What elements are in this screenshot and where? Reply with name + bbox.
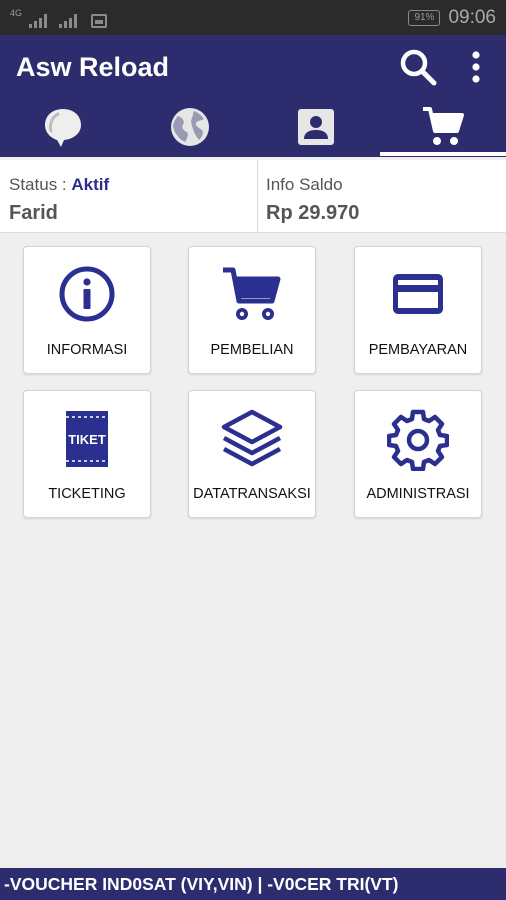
info-icon	[59, 266, 115, 322]
info-divider	[257, 160, 258, 232]
menu-card-pembelian[interactable]: PEMBELIAN	[188, 246, 316, 374]
network-type-label: 4G	[10, 8, 23, 18]
search-button[interactable]	[398, 47, 438, 87]
tab-contacts[interactable]	[253, 97, 380, 157]
menu-label: PEMBELIAN	[210, 342, 294, 358]
ticket-icon-text: TIKET	[68, 432, 106, 447]
balance-value: Rp 29.970	[266, 202, 360, 224]
account-info-panel: Status : Aktif Farid Info Saldo Rp 29.97…	[0, 160, 506, 233]
tab-cart[interactable]	[380, 97, 506, 157]
gear-icon	[387, 409, 449, 471]
gallery-notification-icon	[91, 14, 108, 28]
menu-card-administrasi[interactable]: ADMINISTRASI	[354, 390, 482, 518]
status-left-icons: 4G	[10, 8, 108, 28]
status-value: Aktif	[71, 175, 110, 194]
system-status-bar: 4G 91% 09:06	[0, 0, 506, 35]
menu-label: PEMBAYARAN	[368, 342, 468, 358]
app-title: Asw Reload	[16, 52, 170, 82]
app-bar: Asw Reload	[0, 35, 506, 157]
more-vert-icon	[472, 51, 480, 83]
menu-card-ticketing[interactable]: TIKET TICKETING	[23, 390, 151, 518]
tab-globe[interactable]	[127, 97, 254, 157]
active-tab-indicator	[380, 152, 506, 156]
announcement-ticker: -VOUCHER IND0SAT (VIY,VIN) | -V0CER TRI(…	[0, 868, 506, 900]
tab-bar	[0, 97, 506, 157]
credit-card-icon	[393, 274, 443, 314]
tab-chat[interactable]	[0, 97, 127, 157]
signal-icon-2	[59, 12, 78, 28]
cart-icon	[423, 107, 465, 145]
menu-label: TICKETING	[48, 486, 126, 502]
layers-icon	[221, 409, 283, 467]
user-name: Farid	[9, 202, 58, 224]
signal-icon-1	[29, 12, 48, 28]
chat-bubble-icon	[45, 109, 82, 147]
contact-card-icon	[298, 109, 335, 145]
battery-icon: 91%	[408, 10, 441, 26]
account-status: Status : Aktif	[9, 175, 109, 195]
clock-time: 09:06	[448, 7, 496, 28]
menu-card-informasi[interactable]: INFORMASI	[23, 246, 151, 374]
status-right: 91% 09:06	[408, 7, 496, 29]
ticker-text: -VOUCHER IND0SAT (VIY,VIN) | -V0CER TRI(…	[4, 874, 399, 894]
cart-icon	[223, 267, 281, 320]
overflow-menu-button[interactable]	[462, 47, 490, 87]
menu-label: INFORMASI	[46, 342, 128, 358]
globe-icon	[170, 108, 209, 146]
balance-label: Info Saldo	[266, 175, 343, 194]
menu-label: ADMINISTRASI	[366, 486, 470, 502]
status-label: Status :	[9, 175, 72, 194]
menu-label: DATATRANSAKSI	[193, 486, 311, 502]
menu-card-datatransaksi[interactable]: DATATRANSAKSI	[188, 390, 316, 518]
menu-card-pembayaran[interactable]: PEMBAYARAN	[354, 246, 482, 374]
ticket-icon: TIKET	[66, 411, 108, 467]
search-icon	[400, 49, 437, 86]
